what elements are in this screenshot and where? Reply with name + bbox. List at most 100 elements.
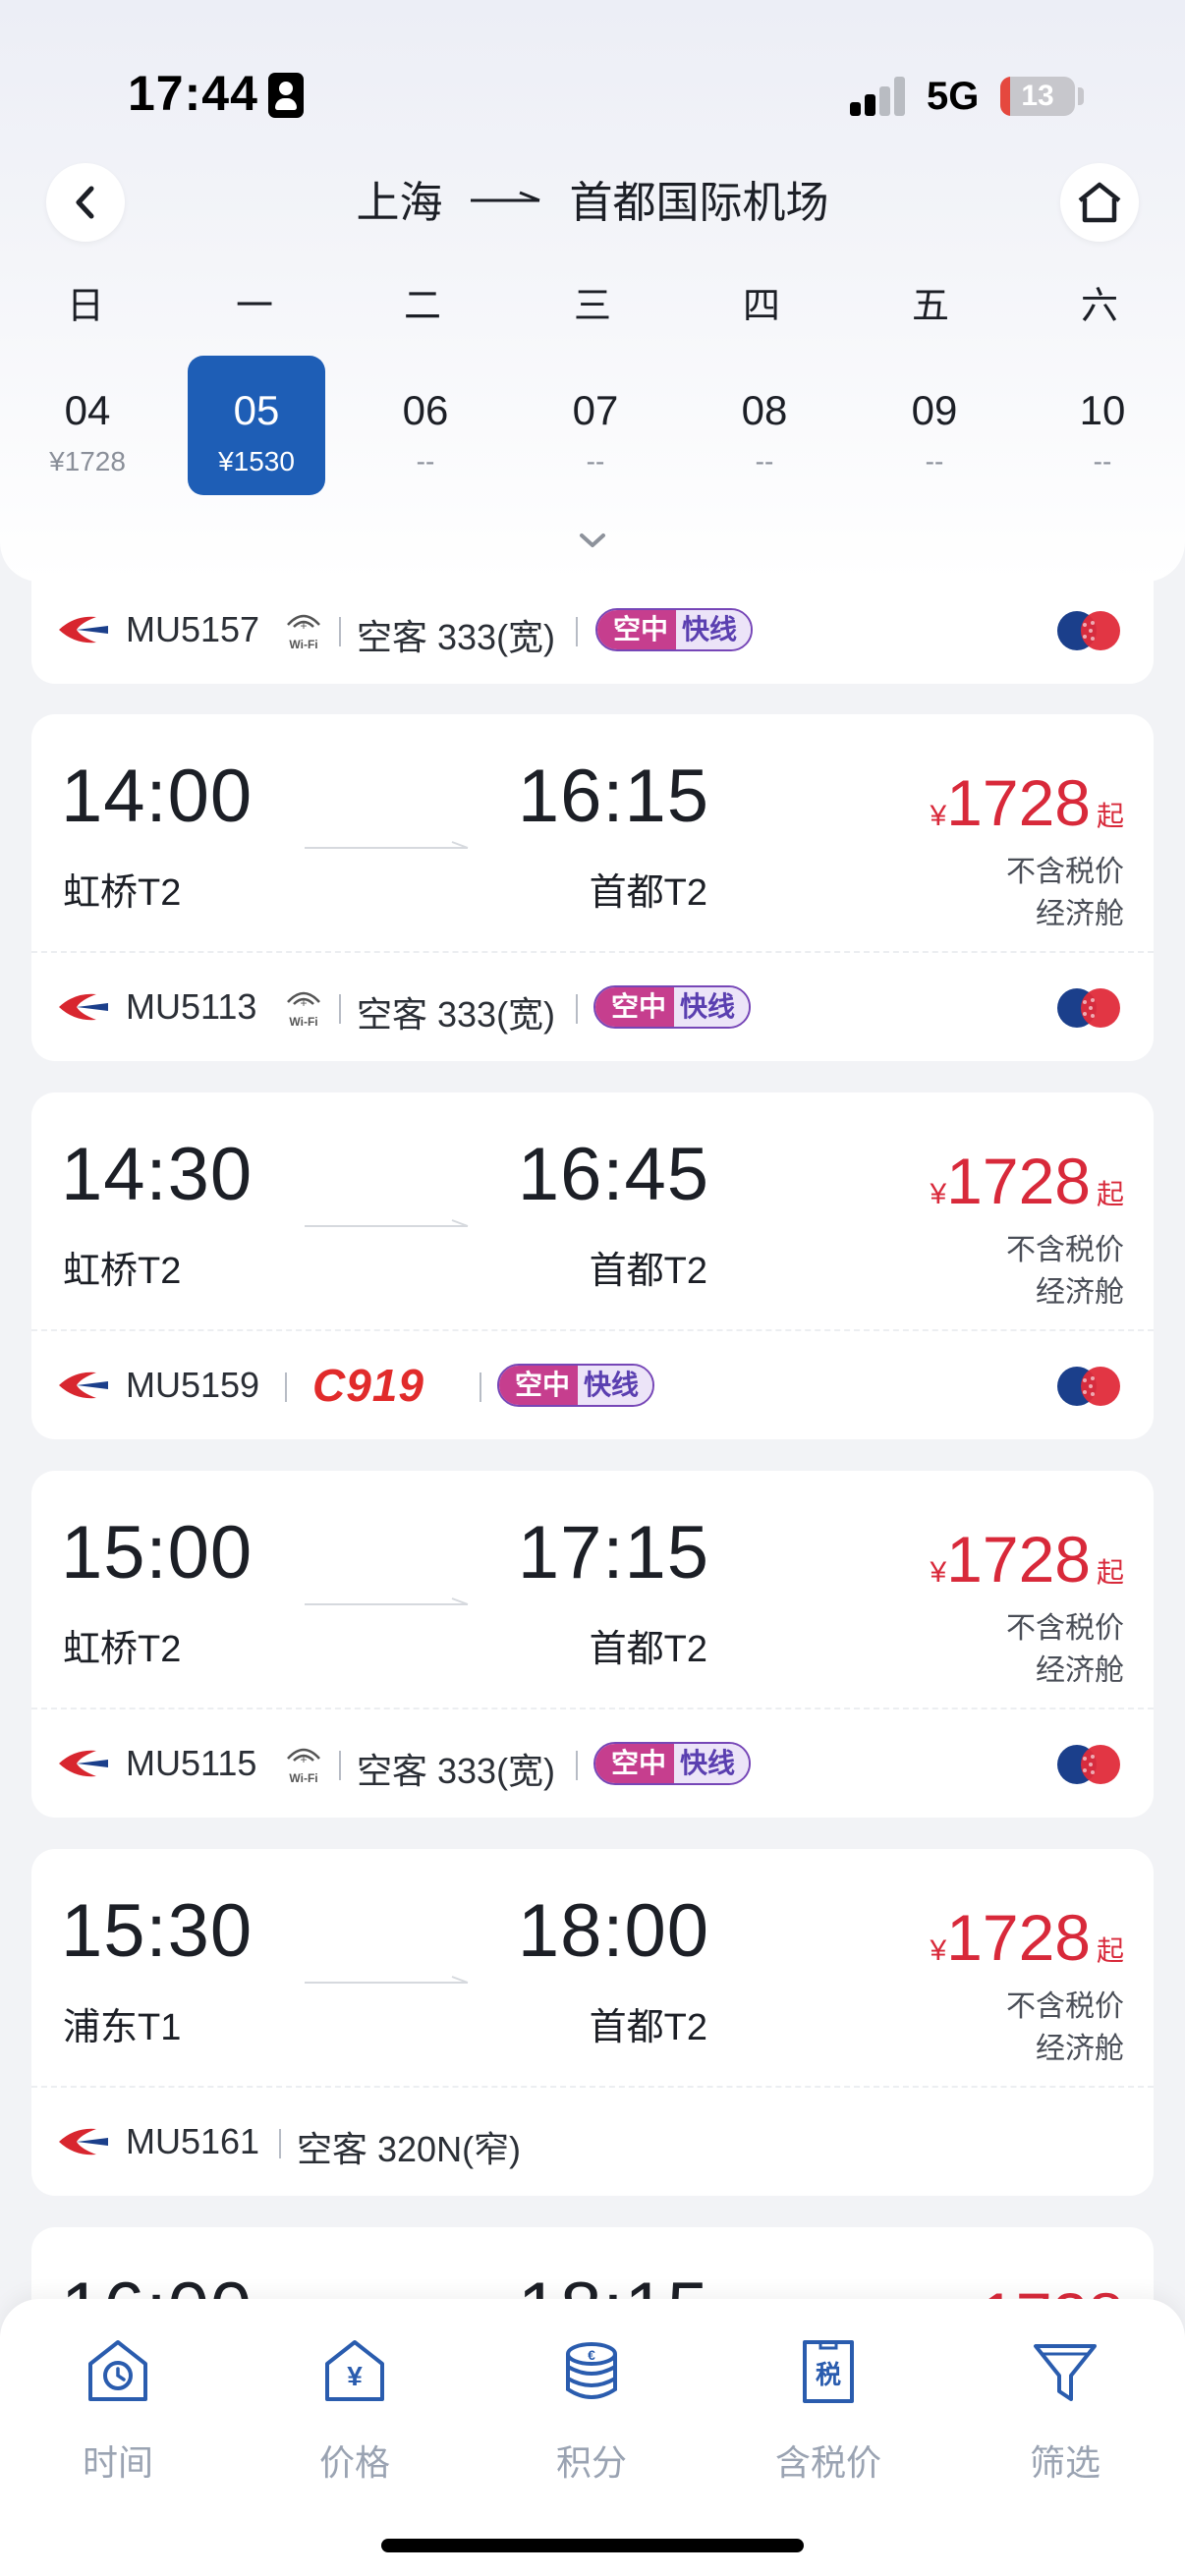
bottom-toolbar: 时间 ¥ 价格 € 积分 税 含税价 筛选 xyxy=(0,2299,1185,2576)
flight-number: MU5157 xyxy=(126,609,260,649)
tax-receipt-icon: 税 xyxy=(803,2340,854,2403)
battery-cap xyxy=(1078,87,1084,105)
flight-meta-row: MU5161 空客 320N(窄) xyxy=(31,2088,1154,2196)
flight-number: MU5161 xyxy=(126,2121,260,2161)
status-time: 17:44 xyxy=(128,66,258,121)
departure-time: 14:00 xyxy=(61,755,254,838)
weekday-label: 二 xyxy=(403,286,441,327)
flight-number: MU5115 xyxy=(126,1743,257,1783)
filter-button[interactable]: 筛选 xyxy=(987,2334,1144,2486)
date-cell[interactable]: 04 ¥1728 xyxy=(19,356,156,495)
svg-text:Wi-Fi: Wi-Fi xyxy=(289,1015,317,1029)
codeshare-icon[interactable] xyxy=(1053,986,1124,1030)
departure-time: 14:30 xyxy=(61,1133,254,1216)
price[interactable]: ¥1728 起 xyxy=(930,1144,1124,1218)
filter-icon xyxy=(1034,2344,1097,2401)
flight-schedule: 14:30 虹桥T2 16:45 首都T2 ¥1728 起 不含税价 经济舱 xyxy=(31,1092,1154,1331)
divider xyxy=(576,994,578,1024)
flight-card[interactable]: 14:00 虹桥T2 16:15 首都T2 ¥1728 起 不含税价 经济舱 MU… xyxy=(31,714,1154,1061)
coins-icon: € xyxy=(566,2342,617,2399)
departure-time: 15:30 xyxy=(61,1889,254,1973)
points-button[interactable]: € 积分 xyxy=(513,2334,670,2486)
date-cell[interactable]: 06 -- xyxy=(357,356,494,495)
flight-meta-row: MU5159 C919 空中 快线 xyxy=(31,1331,1154,1439)
arrow-right-icon xyxy=(305,841,469,849)
price-value: 1728 xyxy=(946,766,1091,839)
divider xyxy=(339,1751,341,1780)
weekday-label: 一 xyxy=(235,286,273,327)
sort-by-price-button[interactable]: ¥ 价格 xyxy=(276,2334,433,2486)
svg-text:+: + xyxy=(300,996,307,1010)
aircraft-type: 空客 333(宽) xyxy=(357,1751,556,1791)
header-panel: 17:44 5G 13 上海 首都国际机场 日 一 二 三 四 五 六 04 ¥… xyxy=(0,0,1185,582)
wifi-icon: + Wi-Fi xyxy=(287,1748,320,1785)
tax-inclusive-price-button[interactable]: 税 含税价 xyxy=(750,2334,907,2486)
flight-card[interactable]: 15:00 虹桥T2 17:15 首都T2 ¥1728 起 不含税价 经济舱 MU… xyxy=(31,1471,1154,1818)
air-express-badge: 空中 快线 xyxy=(593,985,752,1029)
svg-text:Wi-Fi: Wi-Fi xyxy=(289,1771,317,1785)
home-button[interactable] xyxy=(1060,163,1139,242)
flight-schedule: 15:30 浦东T1 18:00 首都T2 ¥1728 起 不含税价 经济舱 xyxy=(31,1849,1154,2088)
weekday-label: 日 xyxy=(66,286,104,327)
home-indicator[interactable] xyxy=(381,2539,804,2552)
departure-terminal: 虹桥T2 xyxy=(63,1629,182,1670)
flight-meta-row: MU5115 + Wi-Fi 空客 333(宽) 空中 快线 xyxy=(31,1709,1154,1818)
battery-icon: 13 xyxy=(1000,77,1075,116)
divider xyxy=(339,994,341,1024)
divider xyxy=(576,617,578,646)
destination-airport: 首都国际机场 xyxy=(569,179,829,227)
china-eastern-logo-icon xyxy=(59,2128,108,2156)
codeshare-icon[interactable] xyxy=(1053,1743,1124,1786)
flight-meta-row: MU5113 + Wi-Fi 空客 333(宽) 空中 快线 xyxy=(31,953,1154,1061)
arrow-right-icon xyxy=(305,1976,469,1984)
tax-note: 不含税价 xyxy=(1006,1234,1124,1266)
home-icon xyxy=(1078,182,1121,223)
flight-meta-row: MU5157 + Wi-Fi 空客 333(宽) 空中 快线 xyxy=(31,576,1154,684)
weekday-label: 五 xyxy=(911,286,949,327)
china-eastern-logo-icon xyxy=(59,1750,108,1777)
flight-number: MU5159 xyxy=(126,1365,260,1405)
weekday-label: 六 xyxy=(1080,286,1118,327)
codeshare-icon[interactable] xyxy=(1053,1365,1124,1408)
china-eastern-logo-icon xyxy=(59,1372,108,1399)
arrival-terminal: 首都T2 xyxy=(589,1251,707,1292)
divider xyxy=(480,1372,481,1402)
date-cell[interactable]: 07 -- xyxy=(527,356,664,495)
date-cell-selected[interactable]: 05 ¥1530 xyxy=(188,356,325,495)
price-value: 1728 xyxy=(946,1901,1091,1974)
arrival-time: 17:15 xyxy=(517,1511,709,1595)
china-eastern-logo-icon xyxy=(59,616,108,644)
air-express-badge: 空中 快线 xyxy=(497,1364,655,1407)
person-badge-icon xyxy=(268,73,304,118)
svg-text:+: + xyxy=(300,1753,307,1766)
divider xyxy=(576,1751,578,1780)
sort-by-time-button[interactable]: 时间 xyxy=(39,2334,197,2486)
weekday-row: 日 一 二 三 四 五 六 xyxy=(0,275,1185,334)
arrow-right-icon xyxy=(305,1219,469,1227)
cabin-class: 经济舱 xyxy=(1036,1276,1124,1309)
date-cell[interactable]: 10 -- xyxy=(1034,356,1171,495)
price[interactable]: ¥1728 起 xyxy=(930,765,1124,840)
codeshare-icon[interactable] xyxy=(1053,609,1124,652)
arrival-time: 16:45 xyxy=(517,1133,709,1216)
tax-note: 不含税价 xyxy=(1006,1612,1124,1645)
price[interactable]: ¥1728 起 xyxy=(930,1900,1124,1975)
battery-level: 13 xyxy=(1021,80,1054,112)
aircraft-type: 空客 333(宽) xyxy=(357,994,556,1035)
flight-card[interactable]: 14:30 虹桥T2 16:45 首都T2 ¥1728 起 不含税价 经济舱 MU… xyxy=(31,1092,1154,1439)
price[interactable]: ¥1728 起 xyxy=(930,1522,1124,1596)
wifi-icon: + Wi-Fi xyxy=(287,614,320,651)
departure-terminal: 虹桥T2 xyxy=(63,1251,182,1292)
svg-text:税: 税 xyxy=(816,2361,841,2390)
arrow-right-icon xyxy=(305,1597,469,1605)
flight-schedule: 15:00 虹桥T2 17:15 首都T2 ¥1728 起 不含税价 经济舱 xyxy=(31,1471,1154,1709)
flight-card[interactable]: 15:30 浦东T1 18:00 首都T2 ¥1728 起 不含税价 经济舱 MU… xyxy=(31,1849,1154,2196)
divider xyxy=(279,2129,281,2158)
china-eastern-logo-icon xyxy=(59,993,108,1021)
chevron-down-icon[interactable] xyxy=(578,531,607,550)
departure-terminal: 虹桥T2 xyxy=(63,872,182,914)
cabin-class: 经济舱 xyxy=(1036,898,1124,930)
status-bar: 17:44 5G 13 xyxy=(0,0,1185,147)
date-cell[interactable]: 09 -- xyxy=(866,356,1003,495)
date-cell[interactable]: 08 -- xyxy=(696,356,833,495)
